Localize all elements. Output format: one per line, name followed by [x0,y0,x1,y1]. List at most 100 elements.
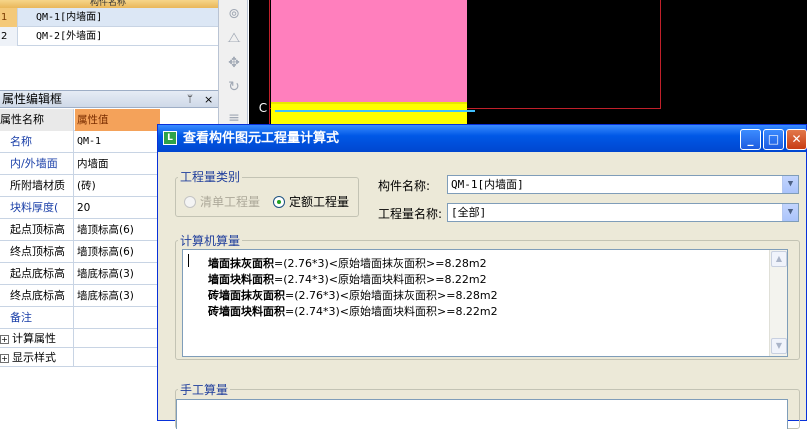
property-value[interactable]: 墙底标高(3) [75,263,160,285]
drawing-canvas[interactable]: C [249,0,807,130]
property-key: 所附墙材质 [0,175,74,197]
quantity-name-select-value: [全部] [451,206,487,219]
property-row[interactable]: 起点顶标高 墙顶标高(6) [0,219,160,241]
formula-line: 墙面块料面积=(2.74*3)<原始墙面块料面积>=8.22m2 [208,271,487,287]
property-row[interactable]: 备注 [0,307,160,329]
property-key: 起点底标高 [0,263,74,285]
vertical-scrollbar[interactable]: ▲ ▼ [769,250,787,356]
property-value[interactable]: 20 [75,197,160,219]
component-row[interactable]: 1 QM-1[内墙面] [0,8,218,27]
property-row[interactable]: 终点顶标高 墙顶标高(6) [0,241,160,263]
quantity-type-legend: 工程量类别 [178,168,243,185]
property-key: 备注 [0,307,74,329]
property-group-label: + 计算属性 [0,329,74,348]
scroll-up-icon[interactable]: ▲ [771,251,787,267]
property-group-label: + 显示样式 [0,348,74,367]
close-button[interactable]: ✕ [786,129,807,150]
computer-calc-legend: 计算机算量 [178,232,243,249]
text-caret [188,254,189,267]
property-row[interactable]: 块料厚度( 20 [0,197,160,219]
property-group-calc[interactable]: + 计算属性 [0,329,160,348]
property-key: 内/外墙面 [0,153,74,175]
property-row[interactable]: 终点底标高 墙底标高(3) [0,285,160,307]
component-row[interactable]: 2 QM-2[外墙面] [0,27,218,46]
app-icon: L [163,131,177,145]
property-key: 起点顶标高 [0,219,74,241]
property-value[interactable]: 墙顶标高(6) [75,219,160,241]
property-value[interactable]: (砖) [75,175,160,197]
formula-expression: =(2.74*3)<原始墙面块料面积>=8.22m2 [274,273,487,286]
scroll-down-icon[interactable]: ▼ [771,338,787,354]
component-name: QM-2[外墙面] [36,31,103,42]
mirror-icon[interactable]: ⧍ [226,30,242,46]
radio-indicator[interactable] [273,196,285,208]
group-label-text: 显示样式 [12,351,56,364]
formula-line: 砖墙面抹灰面积=(2.76*3)<原始墙面抹灰面积>=8.28m2 [208,287,498,303]
radio-label[interactable]: 定额工程量 [289,195,349,209]
formula-textbox[interactable]: 墙面抹灰面积=(2.76*3)<原始墙面抹灰面积>=8.28m2 墙面块料面积=… [182,249,788,357]
formula-name: 砖墙面块料面积 [208,305,285,318]
formula-expression: =(2.76*3)<原始墙面抹灰面积>=8.28m2 [274,257,487,270]
property-value[interactable]: QM-1 [75,131,160,153]
formula-expression: =(2.74*3)<原始墙面块料面积>=8.22m2 [285,305,498,318]
radio-indicator [184,196,196,208]
rotate-icon[interactable]: ↻ [226,79,242,95]
quantity-formula-dialog: L 查看构件图元工程量计算式 _ □ ✕ 工程量类别 清单工程量 定额工程量 构… [157,124,807,429]
row-index: 1 [0,8,18,27]
formula-name: 墙面抹灰面积 [208,257,274,270]
maximize-button[interactable]: □ [763,129,784,150]
component-name: QM-1[内墙面] [36,12,103,23]
property-value[interactable]: 墙顶标高(6) [75,241,160,263]
component-name-label: 构件名称: [378,179,431,193]
axis-line [660,0,661,109]
pin-icon[interactable]: ᛘ [187,91,193,108]
expand-icon[interactable]: + [0,335,9,344]
property-key: 块料厚度( [0,197,74,219]
property-grid-header: 属性名称 属性值 [0,109,160,131]
manual-formula-textbox[interactable] [176,399,788,429]
dialog-title-bar[interactable]: L 查看构件图元工程量计算式 _ □ ✕ [158,125,807,152]
wall-face-region [271,0,467,102]
property-key: 终点底标高 [0,285,74,307]
property-value[interactable]: 内墙面 [75,153,160,175]
property-row[interactable]: 名称 QM-1 [0,131,160,153]
quantity-name-label: 工程量名称: [378,207,443,221]
property-group-display[interactable]: + 显示样式 [0,348,160,367]
column-header-name: 属性名称 [0,109,74,131]
minimize-button[interactable]: _ [740,129,761,150]
move-icon[interactable]: ✥ [226,55,242,71]
property-key: 名称 [0,131,74,153]
wall-edge-line [275,110,475,112]
column-header-value: 属性值 [75,109,160,131]
component-name-select[interactable]: QM-1[内墙面] ▼ [447,175,799,194]
row-index: 2 [0,27,18,46]
property-panel-title-text: 属性编辑框 [2,92,63,106]
component-list: 构件名称 1 QM-1[内墙面] 2 QM-2[外墙面] [0,0,218,86]
property-panel-title: 属性编辑框 ᛘ × [0,90,218,108]
expand-icon[interactable]: + [0,354,9,363]
property-row[interactable]: 内/外墙面 内墙面 [0,153,160,175]
radio-label: 清单工程量 [200,195,261,209]
property-key: 终点顶标高 [0,241,74,263]
property-row[interactable]: 所附墙材质 (砖) [0,175,160,197]
property-value[interactable]: 墙底标高(3) [75,285,160,307]
formula-name: 墙面块料面积 [208,273,274,286]
property-value[interactable] [75,307,160,329]
formula-name: 砖墙面抹灰面积 [208,289,285,302]
component-name-select-value: QM-1[内墙面] [451,178,524,191]
manual-calc-legend: 手工算量 [178,381,231,398]
chevron-down-icon[interactable]: ▼ [782,176,798,193]
property-row[interactable]: 起点底标高 墙底标高(3) [0,263,160,285]
axis-marker: C [258,101,268,115]
formula-line: 墙面抹灰面积=(2.76*3)<原始墙面抹灰面积>=8.28m2 [208,255,487,271]
group-label-text: 计算属性 [12,332,56,345]
chevron-down-icon[interactable]: ▼ [782,204,798,221]
formula-expression: =(2.76*3)<原始墙面抹灰面积>=8.28m2 [285,289,498,302]
formula-line: 砖墙面块料面积=(2.74*3)<原始墙面块料面积>=8.22m2 [208,303,498,319]
property-grid: 属性名称 属性值 名称 QM-1 内/外墙面 内墙面 所附墙材质 (砖) 块料厚… [0,109,160,421]
quantity-name-select[interactable]: [全部] ▼ [447,203,799,222]
dialog-title: 查看构件图元工程量计算式 [183,131,340,146]
close-icon[interactable]: × [204,91,213,108]
orbit-icon[interactable]: ⊚ [226,6,242,22]
component-list-header: 构件名称 [0,0,218,8]
